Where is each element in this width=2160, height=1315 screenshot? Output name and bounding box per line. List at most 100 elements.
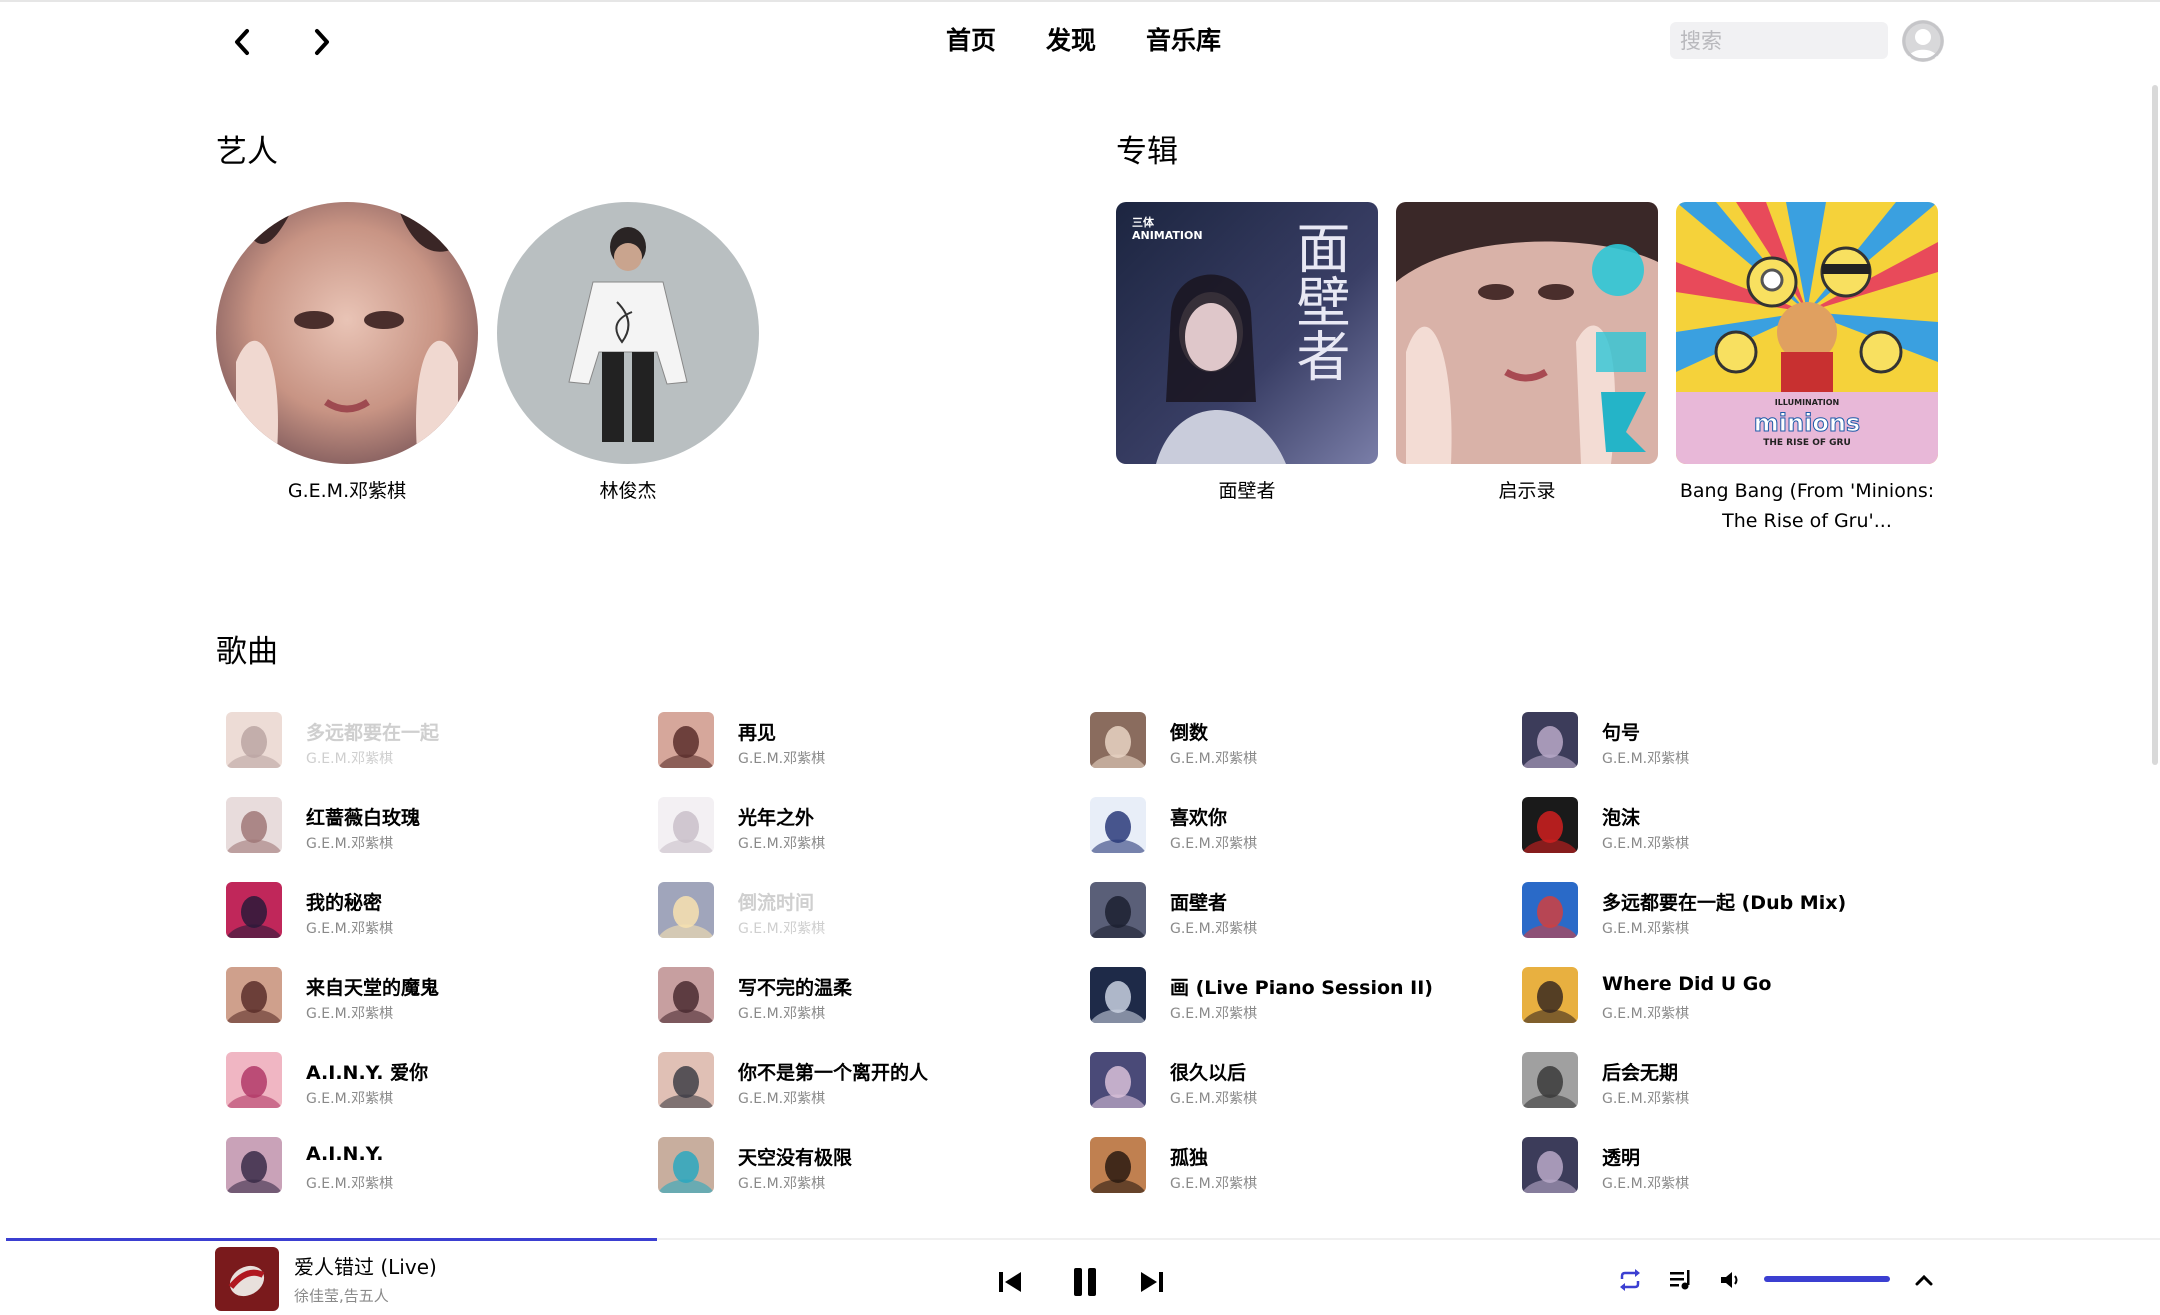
song-item[interactable]: 倒流时间 G.E.M.邓紫棋 <box>658 882 1078 942</box>
song-cover <box>226 712 282 768</box>
song-item[interactable]: 后会无期 G.E.M.邓紫棋 <box>1522 1052 1942 1112</box>
album-cover-subtext: THE RISE OF GRU <box>1763 438 1851 448</box>
chevron-left-icon <box>235 29 249 55</box>
song-cover <box>226 967 282 1023</box>
song-cover <box>1090 797 1146 853</box>
song-title: 倒数 <box>1170 722 1209 744</box>
next-button[interactable] <box>1132 1262 1172 1302</box>
song-cover <box>1522 712 1578 768</box>
song-item[interactable]: 多远都要在一起 (Dub Mix) G.E.M.邓紫棋 <box>1522 882 1942 942</box>
song-artist: G.E.M.邓紫棋 <box>1170 751 1258 767</box>
song-artist: G.E.M.邓紫棋 <box>1602 1091 1690 1107</box>
song-artist: G.E.M.邓紫棋 <box>738 836 826 852</box>
now-playing-title[interactable]: 爱人错过 (Live) <box>294 1251 437 1280</box>
song-item[interactable]: 很久以后 G.E.M.邓紫棋 <box>1090 1052 1510 1112</box>
song-title: 天空没有极限 <box>738 1147 853 1169</box>
forward-button[interactable] <box>300 20 344 64</box>
song-item[interactable]: 红蔷薇白玫瑰 G.E.M.邓紫棋 <box>226 797 646 857</box>
now-playing-artist[interactable]: 徐佳莹,告五人 <box>294 1285 389 1306</box>
repeat-icon <box>1620 1269 1640 1291</box>
song-item[interactable]: 喜欢你 G.E.M.邓紫棋 <box>1090 797 1510 857</box>
song-item[interactable]: A.I.N.Y. 爱你 G.E.M.邓紫棋 <box>226 1052 646 1112</box>
song-title: 倒流时间 <box>738 892 815 914</box>
song-title: 你不是第一个离开的人 <box>738 1062 929 1084</box>
song-title: 画 (Live Piano Session II) <box>1170 977 1433 999</box>
nav-discover[interactable]: 发现 <box>1046 24 1096 58</box>
song-cover <box>226 882 282 938</box>
search-input[interactable] <box>1670 22 1888 59</box>
album-card[interactable]: 启示录 <box>1396 202 1658 506</box>
song-title: 红蔷薇白玫瑰 <box>306 807 421 829</box>
song-item[interactable]: 来自天堂的魔鬼 G.E.M.邓紫棋 <box>226 967 646 1027</box>
song-title: 来自天堂的魔鬼 <box>306 977 440 999</box>
album-name-line: The Rise of Gru'... <box>1722 510 1892 532</box>
user-avatar[interactable] <box>1902 20 1944 62</box>
song-item[interactable]: 孤独 G.E.M.邓紫棋 <box>1090 1137 1510 1197</box>
song-title: Where Did U Go <box>1602 973 1772 995</box>
song-title: 写不完的温柔 <box>738 977 853 999</box>
song-cover <box>1522 1052 1578 1108</box>
album-name: Bang Bang (From 'Minions: The Rise of Gr… <box>1676 476 1938 536</box>
song-item[interactable]: 光年之外 G.E.M.邓紫棋 <box>658 797 1078 857</box>
album-name: 面壁者 <box>1218 480 1276 502</box>
song-cover <box>658 1052 714 1108</box>
volume-button[interactable] <box>1716 1264 1748 1296</box>
song-cover <box>1090 712 1146 768</box>
chevron-right-icon <box>315 29 329 55</box>
song-title: 喜欢你 <box>1170 807 1228 829</box>
song-title: 再见 <box>738 722 777 744</box>
song-item[interactable]: 透明 G.E.M.邓紫棋 <box>1522 1137 1942 1197</box>
song-item[interactable]: 我的秘密 G.E.M.邓紫棋 <box>226 882 646 942</box>
album-card[interactable]: minions THE RISE OF GRU ILLUMINATION Ban… <box>1676 202 1938 536</box>
song-item[interactable]: 句号 G.E.M.邓紫棋 <box>1522 712 1942 772</box>
song-artist: G.E.M.邓紫棋 <box>306 1091 394 1107</box>
back-button[interactable] <box>220 20 264 64</box>
previous-button[interactable] <box>990 1262 1030 1302</box>
scrollbar[interactable] <box>2152 85 2158 765</box>
song-item[interactable]: 倒数 G.E.M.邓紫棋 <box>1090 712 1510 772</box>
previous-icon <box>999 1272 1021 1292</box>
song-artist: G.E.M.邓紫棋 <box>1170 1006 1258 1022</box>
song-item[interactable]: 画 (Live Piano Session II) G.E.M.邓紫棋 <box>1090 967 1510 1027</box>
song-item[interactable]: 面壁者 G.E.M.邓紫棋 <box>1090 882 1510 942</box>
song-item[interactable]: 你不是第一个离开的人 G.E.M.邓紫棋 <box>658 1052 1078 1112</box>
album-name: 启示录 <box>1498 480 1556 502</box>
album-cover: 三体 ANIMATION 面壁者 <box>1116 202 1378 464</box>
volume-slider[interactable] <box>1764 1276 1890 1282</box>
song-item[interactable]: 泡沫 G.E.M.邓紫棋 <box>1522 797 1942 857</box>
song-item[interactable]: 天空没有极限 G.E.M.邓紫棋 <box>658 1137 1078 1197</box>
nav-library[interactable]: 音乐库 <box>1146 24 1221 58</box>
albums-section-title: 专辑 <box>1116 134 1178 170</box>
song-cover <box>658 1137 714 1193</box>
song-artist: G.E.M.邓紫棋 <box>738 921 826 937</box>
volume-icon <box>1721 1272 1738 1288</box>
artist-card[interactable]: 林俊杰 <box>497 202 759 503</box>
album-name-line: Bang Bang (From 'Minions: <box>1679 480 1935 502</box>
progress-fill[interactable] <box>6 1238 657 1241</box>
song-title: 我的秘密 <box>306 892 383 914</box>
song-item[interactable]: 多远都要在一起 G.E.M.邓紫棋 <box>226 712 646 772</box>
song-cover <box>1090 1137 1146 1193</box>
song-item[interactable]: Where Did U Go G.E.M.邓紫棋 <box>1522 967 1942 1027</box>
playlist-button[interactable] <box>1665 1264 1697 1296</box>
album-cover <box>1396 202 1658 464</box>
song-artist: G.E.M.邓紫棋 <box>738 1091 826 1107</box>
nav-home[interactable]: 首页 <box>946 24 996 58</box>
song-cover <box>226 797 282 853</box>
artist-card[interactable]: G.E.M.邓紫棋 <box>216 202 478 503</box>
song-artist: G.E.M.邓紫棋 <box>1602 921 1690 937</box>
album-card[interactable]: 三体 ANIMATION 面壁者 面壁者 <box>1116 202 1378 506</box>
song-title: 面壁者 <box>1170 892 1228 914</box>
repeat-button[interactable] <box>1614 1264 1646 1296</box>
song-item[interactable]: 写不完的温柔 G.E.M.邓紫棋 <box>658 967 1078 1027</box>
song-item[interactable]: A.I.N.Y. G.E.M.邓紫棋 <box>226 1137 646 1197</box>
songs-section-title: 歌曲 <box>216 634 278 670</box>
song-artist: G.E.M.邓紫棋 <box>1170 836 1258 852</box>
song-cover <box>658 797 714 853</box>
now-playing-cover[interactable] <box>215 1247 279 1311</box>
song-title: 后会无期 <box>1602 1062 1679 1084</box>
song-item[interactable]: 再见 G.E.M.邓紫棋 <box>658 712 1078 772</box>
expand-player-button[interactable] <box>1908 1264 1940 1296</box>
top-border <box>0 0 2160 2</box>
pause-button[interactable] <box>1060 1258 1110 1306</box>
